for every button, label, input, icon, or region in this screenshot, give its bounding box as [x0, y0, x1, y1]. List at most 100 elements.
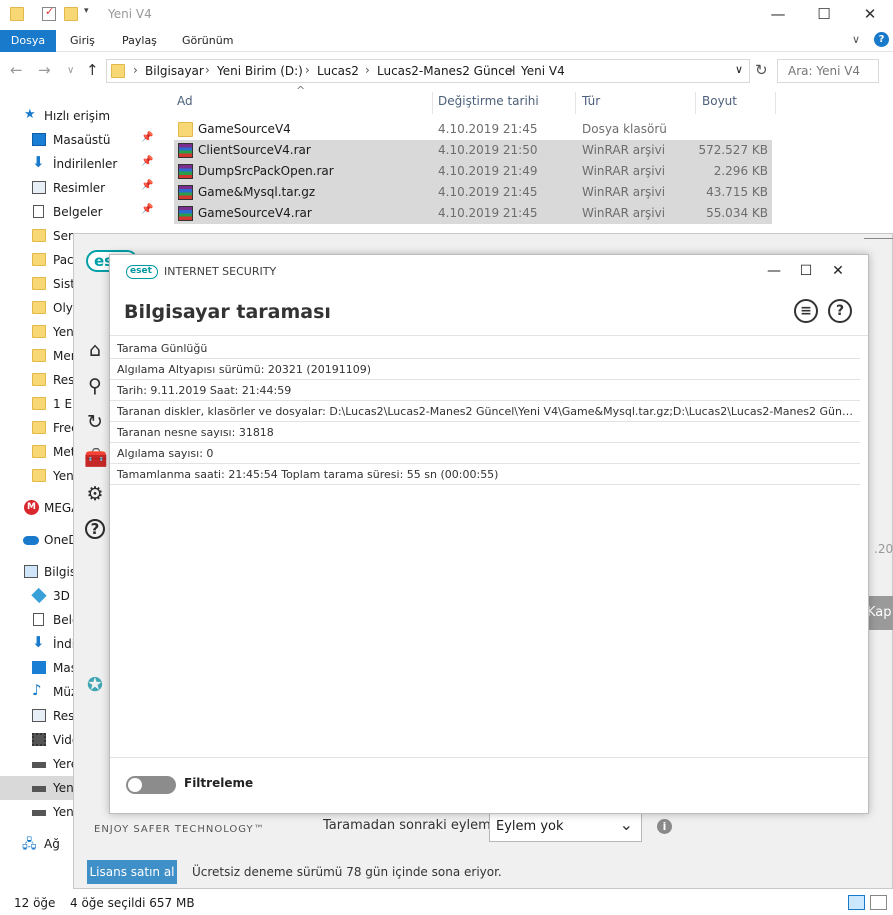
breadcrumb-computer[interactable]: Bilgisayar — [145, 64, 204, 78]
home-icon[interactable]: ⌂ — [84, 339, 106, 361]
log-row[interactable]: Tamamlanma saati: 21:45:54 Toplam tarama… — [110, 464, 860, 485]
log-row[interactable]: Taranan diskler, klasörler ve dosyalar: … — [110, 401, 860, 422]
list-view-icon[interactable]: ≡ — [794, 299, 818, 323]
pin-icon[interactable]: 📌 — [141, 180, 153, 191]
log-row[interactable]: Tarama Günlüğü — [110, 338, 860, 359]
page-title: Bilgisayar taraması — [124, 301, 331, 323]
pin-icon[interactable]: 📌 — [141, 204, 153, 215]
log-row[interactable]: Algılama sayısı: 0 — [110, 443, 860, 464]
nav-quick-access[interactable]: ★ Hızlı erişim — [0, 104, 158, 128]
back-arrow-icon[interactable]: ← — [10, 61, 23, 79]
maximize-button[interactable]: ☐ — [796, 263, 816, 281]
update-icon[interactable]: ↻ — [84, 411, 106, 433]
maximize-button[interactable]: ☐ — [801, 0, 847, 30]
download-arrow-icon: ⬇ — [32, 633, 45, 651]
star-icon: ★ — [24, 107, 36, 122]
file-row-selected[interactable]: ClientSourceV4.rar 4.10.2019 21:50 WinRA… — [174, 140, 772, 161]
desktop-icon — [32, 133, 46, 146]
breadcrumb-manes2[interactable]: Lucas2-Manes2 Güncel — [377, 64, 515, 78]
help-icon[interactable]: ? — [85, 519, 105, 539]
tab-share[interactable]: Paylaş — [110, 30, 169, 52]
after-scan-value: Eylem yok — [496, 819, 564, 834]
badge-icon[interactable]: ✪ — [84, 674, 106, 696]
tools-icon[interactable]: 🧰 — [84, 447, 108, 469]
breadcrumb-current[interactable]: Yeni V4 — [521, 64, 565, 78]
column-header-type[interactable]: Tür — [582, 94, 600, 118]
tab-home[interactable]: Giriş — [58, 30, 107, 52]
selection-summary: 4 öğe seçildi 657 MB — [70, 896, 195, 910]
folder-icon — [32, 325, 46, 338]
column-divider[interactable] — [575, 92, 576, 114]
winrar-archive-icon — [178, 143, 193, 158]
refresh-icon[interactable]: ↻ — [755, 61, 768, 79]
folder-icon — [32, 373, 46, 386]
search-input[interactable]: Ara: Yeni V4 — [777, 59, 879, 83]
column-divider[interactable] — [695, 92, 696, 114]
pictures-icon — [32, 709, 46, 722]
explorer-titlebar: ✓ ▾ Yeni V4 — ☐ ✕ — [0, 0, 893, 30]
outer-minimize-button[interactable] — [864, 238, 893, 239]
video-icon — [32, 733, 46, 746]
expand-ribbon-icon[interactable]: ∨ — [852, 33, 860, 46]
nav-desktop[interactable]: Masaüstü 📌 — [0, 128, 158, 152]
file-row-selected[interactable]: DumpSrcPackOpen.rar 4.10.2019 21:49 WinR… — [174, 161, 772, 182]
log-row[interactable]: Algılama Altyapısı sürümü: 20321 (201911… — [110, 359, 860, 380]
file-row[interactable]: GameSourceV4 4.10.2019 21:45 Dosya klasö… — [174, 119, 772, 140]
gear-icon[interactable]: ⚙ — [84, 483, 106, 505]
breadcrumb-drive[interactable]: Yeni Birim (D:) — [217, 64, 303, 78]
folder-icon — [32, 253, 46, 266]
eset-logo: eset — [126, 265, 158, 279]
search-icon[interactable]: ⚲ — [84, 375, 106, 397]
address-bar[interactable]: › Bilgisayar › Yeni Birim (D:) › Lucas2 … — [106, 59, 750, 83]
large-icons-view-icon[interactable] — [870, 895, 887, 910]
column-header-date[interactable]: Değiştirme tarihi — [438, 94, 539, 118]
address-row: ← → ∨ ↑ › Bilgisayar › Yeni Birim (D:) ›… — [0, 56, 893, 86]
file-row-selected[interactable]: GameSourceV4.rar 4.10.2019 21:45 WinRAR … — [174, 203, 772, 224]
music-icon: ♪ — [32, 681, 42, 699]
breadcrumb-separator: › — [509, 63, 514, 77]
properties-icon[interactable]: ✓ — [42, 5, 56, 21]
background-date-fragment: .2019 — [874, 542, 893, 556]
minimize-button[interactable]: — — [764, 263, 784, 281]
file-row-selected[interactable]: Game&Mysql.tar.gz 4.10.2019 21:45 WinRAR… — [174, 182, 772, 203]
search-placeholder: Ara: Yeni V4 — [788, 64, 861, 78]
pin-icon[interactable]: 📌 — [141, 156, 153, 167]
close-button[interactable]: ✕ — [828, 263, 848, 281]
tab-view[interactable]: Görünüm — [170, 30, 245, 52]
drive-icon — [32, 762, 46, 768]
tagline: ENJOY SAFER TECHNOLOGY™ — [94, 824, 265, 835]
breadcrumb-lucas2[interactable]: Lucas2 — [317, 64, 359, 78]
column-divider[interactable] — [775, 92, 776, 114]
folder-icon — [111, 64, 125, 78]
buy-license-button[interactable]: Lisans satın al — [87, 860, 177, 884]
close-button[interactable]: ✕ — [847, 0, 893, 30]
customize-toolbar-icon[interactable]: ▾ — [84, 6, 98, 20]
help-icon[interactable]: ? — [828, 299, 852, 323]
minimize-button[interactable]: — — [755, 0, 801, 30]
after-scan-select[interactable]: Eylem yok ⌄ — [489, 811, 642, 842]
help-icon[interactable]: ? — [874, 32, 889, 47]
forward-arrow-icon[interactable]: → — [38, 61, 51, 79]
column-header-size[interactable]: Boyut — [702, 94, 737, 118]
computer-scan-dialog: eset INTERNET SECURITY — ☐ ✕ Bilgisayar … — [109, 254, 869, 814]
up-arrow-icon[interactable]: ↑ — [86, 61, 99, 79]
info-icon[interactable]: i — [657, 819, 672, 834]
column-divider[interactable] — [432, 92, 433, 114]
download-arrow-icon: ⬇ — [32, 153, 45, 171]
log-row[interactable]: Tarih: 9.11.2019 Saat: 21:44:59 — [110, 380, 860, 401]
tab-file[interactable]: Dosya — [0, 30, 56, 52]
details-view-icon[interactable] — [848, 895, 865, 910]
new-folder-icon[interactable] — [64, 7, 78, 21]
folder-icon — [32, 421, 46, 434]
filter-toggle[interactable] — [126, 776, 176, 794]
nav-downloads[interactable]: ⬇ İndirilenler 📌 — [0, 152, 158, 176]
nav-documents[interactable]: Belgeler 📌 — [0, 200, 158, 224]
recent-locations-icon[interactable]: ∨ — [67, 65, 74, 76]
mega-icon: M — [24, 500, 39, 515]
column-header-name[interactable]: Ad — [177, 94, 193, 118]
scan-log: Tarama Günlüğü Algılama Altyapısı sürümü… — [110, 335, 868, 775]
log-row[interactable]: Taranan nesne sayısı: 31818 — [110, 422, 860, 443]
nav-pictures[interactable]: Resimler 📌 — [0, 176, 158, 200]
pin-icon[interactable]: 📌 — [141, 132, 153, 143]
address-history-icon[interactable]: ∨ — [735, 63, 743, 76]
